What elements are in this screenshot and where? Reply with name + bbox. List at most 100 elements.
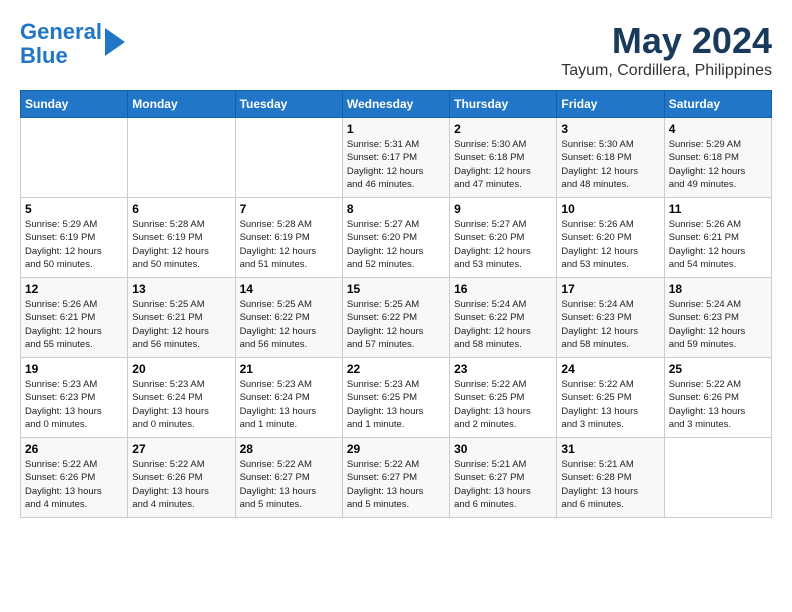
calendar-cell: 13 Sunrise: 5:25 AMSunset: 6:21 PMDayligh… (128, 278, 235, 358)
day-number: 3 (561, 122, 659, 136)
day-number: 13 (132, 282, 230, 296)
calendar-cell: 3Sunrise: 5:30 AMSunset: 6:18 PMDaylight… (557, 118, 664, 198)
logo-arrow-icon (105, 28, 125, 56)
weekday-header-row: SundayMondayTuesdayWednesdayThursdayFrid… (21, 91, 772, 118)
month-title: May 2024 (561, 20, 772, 62)
day-info: Sunrise: 5:25 AMSunset: 6:22 PMDaylight:… (347, 298, 445, 351)
day-number: 7 (240, 202, 338, 216)
day-number: 22 (347, 362, 445, 376)
day-number: 5 (25, 202, 123, 216)
day-info: Sunrise: 5:21 AMSunset: 6:27 PMDaylight:… (454, 458, 552, 511)
day-number: 6 (132, 202, 230, 216)
day-info: Sunrise: 5:26 AMSunset: 6:21 PMDaylight:… (669, 218, 767, 271)
calendar-week-row: 19 Sunrise: 5:23 AMSunset: 6:23 PMDayligh… (21, 358, 772, 438)
day-info: Sunrise: 5:23 AMSunset: 6:24 PMDaylight:… (240, 378, 338, 431)
logo-general: General (20, 19, 102, 44)
calendar-cell: 11 Sunrise: 5:26 AMSunset: 6:21 PMDayligh… (664, 198, 771, 278)
day-number: 27 (132, 442, 230, 456)
day-info: Sunrise: 5:29 AMSunset: 6:18 PMDaylight:… (669, 138, 767, 191)
calendar-cell: 1Sunrise: 5:31 AMSunset: 6:17 PMDaylight… (342, 118, 449, 198)
day-number: 20 (132, 362, 230, 376)
calendar-cell (235, 118, 342, 198)
day-number: 19 (25, 362, 123, 376)
day-number: 24 (561, 362, 659, 376)
calendar-cell: 23Sunrise: 5:22 AMSunset: 6:25 PMDayligh… (450, 358, 557, 438)
calendar-cell: 18 Sunrise: 5:24 AMSunset: 6:23 PMDayligh… (664, 278, 771, 358)
day-info: Sunrise: 5:26 AMSunset: 6:20 PMDaylight:… (561, 218, 659, 271)
day-number: 12 (25, 282, 123, 296)
day-info: Sunrise: 5:22 AMSunset: 6:25 PMDaylight:… (454, 378, 552, 431)
day-number: 31 (561, 442, 659, 456)
day-number: 9 (454, 202, 552, 216)
day-info: Sunrise: 5:23 AMSunset: 6:23 PMDaylight:… (25, 378, 123, 431)
day-number: 14 (240, 282, 338, 296)
day-number: 2 (454, 122, 552, 136)
day-number: 18 (669, 282, 767, 296)
day-info: Sunrise: 5:22 AMSunset: 6:25 PMDaylight:… (561, 378, 659, 431)
calendar-table: SundayMondayTuesdayWednesdayThursdayFrid… (20, 90, 772, 518)
calendar-cell (21, 118, 128, 198)
calendar-body: 1Sunrise: 5:31 AMSunset: 6:17 PMDaylight… (21, 118, 772, 518)
day-number: 30 (454, 442, 552, 456)
calendar-cell: 4 Sunrise: 5:29 AMSunset: 6:18 PMDaylight… (664, 118, 771, 198)
location-title: Tayum, Cordillera, Philippines (561, 62, 772, 80)
day-info: Sunrise: 5:28 AMSunset: 6:19 PMDaylight:… (240, 218, 338, 271)
day-info: Sunrise: 5:24 AMSunset: 6:22 PMDaylight:… (454, 298, 552, 351)
calendar-cell: 2 Sunrise: 5:30 AMSunset: 6:18 PMDaylight… (450, 118, 557, 198)
calendar-cell: 15 Sunrise: 5:25 AMSunset: 6:22 PMDayligh… (342, 278, 449, 358)
calendar-cell: 7 Sunrise: 5:28 AMSunset: 6:19 PMDaylight… (235, 198, 342, 278)
day-number: 11 (669, 202, 767, 216)
calendar-cell: 5 Sunrise: 5:29 AMSunset: 6:19 PMDaylight… (21, 198, 128, 278)
day-number: 29 (347, 442, 445, 456)
calendar-cell: 19 Sunrise: 5:23 AMSunset: 6:23 PMDayligh… (21, 358, 128, 438)
day-info: Sunrise: 5:21 AMSunset: 6:28 PMDaylight:… (561, 458, 659, 511)
calendar-cell: 12 Sunrise: 5:26 AMSunset: 6:21 PMDayligh… (21, 278, 128, 358)
day-info: Sunrise: 5:23 AMSunset: 6:25 PMDaylight:… (347, 378, 445, 431)
day-info: Sunrise: 5:26 AMSunset: 6:21 PMDaylight:… (25, 298, 123, 351)
calendar-cell: 29Sunrise: 5:22 AMSunset: 6:27 PMDayligh… (342, 438, 449, 518)
day-info: Sunrise: 5:22 AMSunset: 6:26 PMDaylight:… (25, 458, 123, 511)
day-number: 21 (240, 362, 338, 376)
calendar-week-row: 26 Sunrise: 5:22 AMSunset: 6:26 PMDayligh… (21, 438, 772, 518)
day-number: 28 (240, 442, 338, 456)
day-info: Sunrise: 5:29 AMSunset: 6:19 PMDaylight:… (25, 218, 123, 271)
day-number: 10 (561, 202, 659, 216)
weekday-header-monday: Monday (128, 91, 235, 118)
calendar-cell (664, 438, 771, 518)
weekday-header-wednesday: Wednesday (342, 91, 449, 118)
weekday-header-saturday: Saturday (664, 91, 771, 118)
day-number: 26 (25, 442, 123, 456)
calendar-cell: 6 Sunrise: 5:28 AMSunset: 6:19 PMDaylight… (128, 198, 235, 278)
calendar-cell: 31 Sunrise: 5:21 AMSunset: 6:28 PMDayligh… (557, 438, 664, 518)
calendar-header: SundayMondayTuesdayWednesdayThursdayFrid… (21, 91, 772, 118)
day-info: Sunrise: 5:22 AMSunset: 6:26 PMDaylight:… (669, 378, 767, 431)
day-info: Sunrise: 5:23 AMSunset: 6:24 PMDaylight:… (132, 378, 230, 431)
day-number: 17 (561, 282, 659, 296)
calendar-cell: 14Sunrise: 5:25 AMSunset: 6:22 PMDayligh… (235, 278, 342, 358)
day-info: Sunrise: 5:25 AMSunset: 6:21 PMDaylight:… (132, 298, 230, 351)
day-info: Sunrise: 5:22 AMSunset: 6:27 PMDaylight:… (240, 458, 338, 511)
title-block: May 2024 Tayum, Cordillera, Philippines (561, 20, 772, 80)
day-number: 25 (669, 362, 767, 376)
calendar-cell: 8Sunrise: 5:27 AMSunset: 6:20 PMDaylight… (342, 198, 449, 278)
calendar-cell: 24 Sunrise: 5:22 AMSunset: 6:25 PMDayligh… (557, 358, 664, 438)
day-info: Sunrise: 5:30 AMSunset: 6:18 PMDaylight:… (454, 138, 552, 191)
day-info: Sunrise: 5:24 AMSunset: 6:23 PMDaylight:… (669, 298, 767, 351)
calendar-cell: 22 Sunrise: 5:23 AMSunset: 6:25 PMDayligh… (342, 358, 449, 438)
calendar-cell: 26 Sunrise: 5:22 AMSunset: 6:26 PMDayligh… (21, 438, 128, 518)
calendar-cell: 9Sunrise: 5:27 AMSunset: 6:20 PMDaylight… (450, 198, 557, 278)
weekday-header-thursday: Thursday (450, 91, 557, 118)
weekday-header-friday: Friday (557, 91, 664, 118)
calendar-cell: 17Sunrise: 5:24 AMSunset: 6:23 PMDayligh… (557, 278, 664, 358)
logo: General Blue (20, 20, 125, 68)
calendar-cell: 27 Sunrise: 5:22 AMSunset: 6:26 PMDayligh… (128, 438, 235, 518)
day-number: 15 (347, 282, 445, 296)
calendar-cell: 28 Sunrise: 5:22 AMSunset: 6:27 PMDayligh… (235, 438, 342, 518)
day-info: Sunrise: 5:28 AMSunset: 6:19 PMDaylight:… (132, 218, 230, 271)
day-number: 4 (669, 122, 767, 136)
weekday-header-tuesday: Tuesday (235, 91, 342, 118)
calendar-week-row: 12 Sunrise: 5:26 AMSunset: 6:21 PMDayligh… (21, 278, 772, 358)
logo-blue: Blue (20, 43, 68, 68)
day-info: Sunrise: 5:22 AMSunset: 6:26 PMDaylight:… (132, 458, 230, 511)
page-header: General Blue May 2024 Tayum, Cordillera,… (20, 20, 772, 80)
